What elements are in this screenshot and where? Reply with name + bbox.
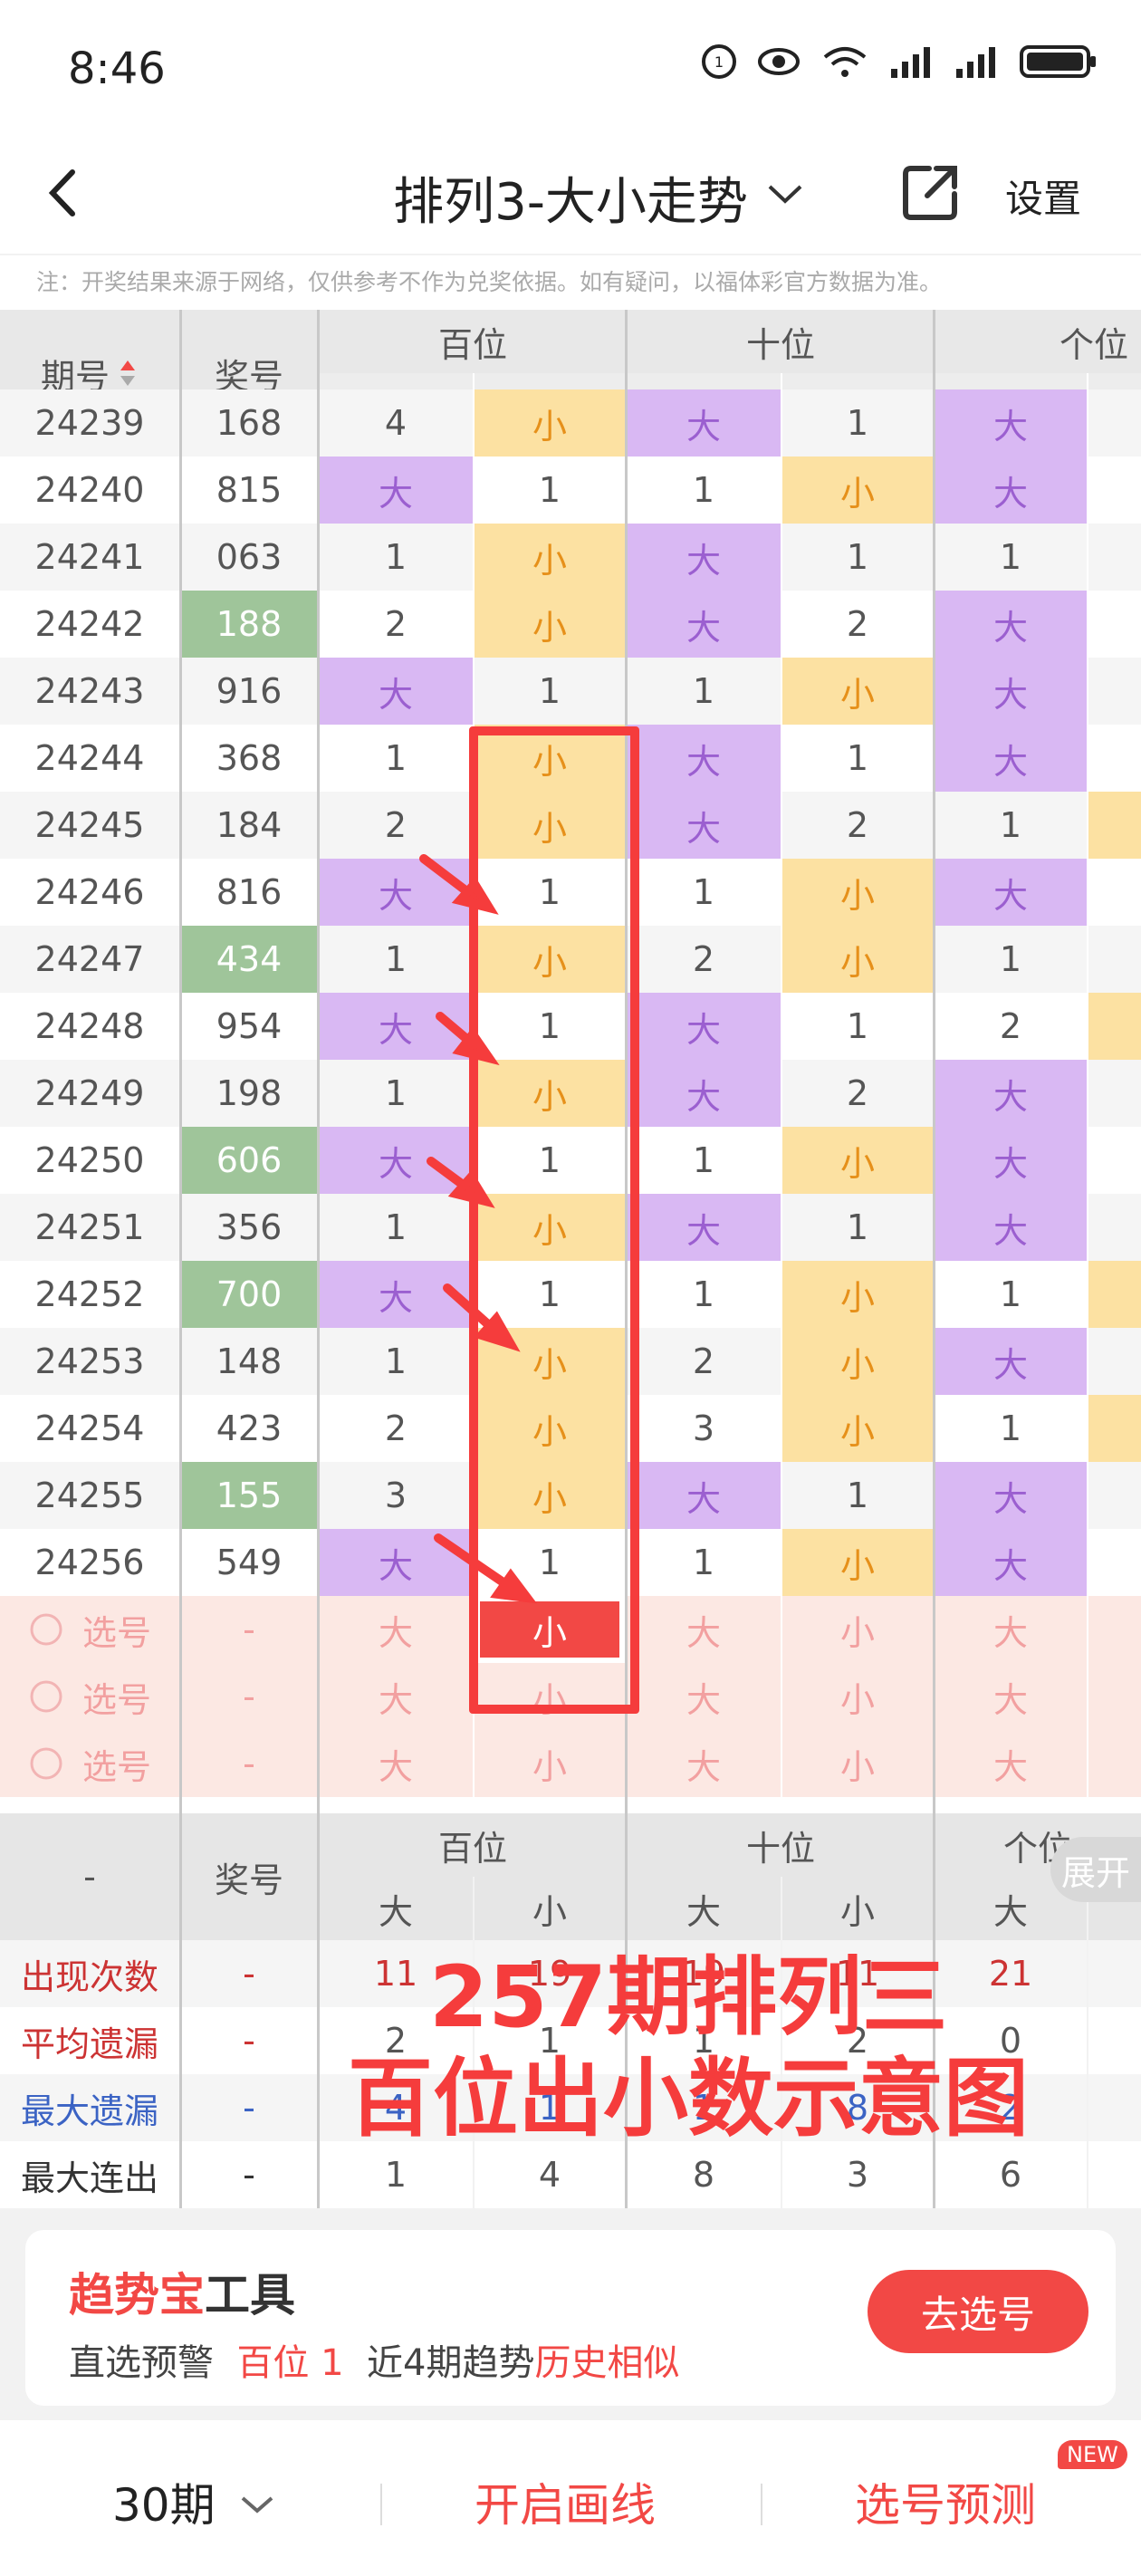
stats-value: 4 xyxy=(475,2141,625,2208)
stats-number-header: 奖号 xyxy=(181,1813,317,1940)
stats-label: 平均遗漏 xyxy=(0,2007,179,2074)
alert-prefix: 直选预警 xyxy=(69,2342,214,2384)
period-selector[interactable]: 30期 xyxy=(112,2469,216,2534)
stats-number: - xyxy=(181,2141,317,2208)
stats-label: 出现次数 xyxy=(0,1940,179,2007)
caption-line-2: 百位出小数示意图 xyxy=(347,2050,1029,2148)
stats-value: 8 xyxy=(627,2141,781,2208)
stats-value: 3 xyxy=(782,2141,933,2208)
divider xyxy=(761,2484,762,2525)
stats-sub-header: 小 xyxy=(475,1877,625,1940)
stats-label: 最大遗漏 xyxy=(0,2074,179,2141)
stats-value: 6 xyxy=(935,2141,1087,2208)
trend-tool-card[interactable]: 趋势宝工具 直选预警 百位 1 近4期趋势历史相似 去选号 xyxy=(25,2230,1116,2406)
stats-sub-header: 大 xyxy=(627,1877,781,1940)
expand-label: 展开 xyxy=(1061,1852,1131,1893)
stats-edge xyxy=(1088,1940,1141,2007)
alert-position: 百位 1 xyxy=(236,2342,344,2384)
predict-button[interactable]: 选号预测 xyxy=(855,2469,1036,2534)
draw-line-button[interactable]: 开启画线 xyxy=(475,2469,656,2534)
stats-value: 1 xyxy=(319,2141,473,2208)
stats-edge xyxy=(1088,2074,1141,2141)
stats-label: 最大连出 xyxy=(0,2141,179,2208)
tool-alert: 直选预警 百位 1 近4期趋势历史相似 xyxy=(69,2333,680,2386)
tool-brand-suffix: 工具 xyxy=(205,2269,295,2321)
stats-dash: - xyxy=(0,1813,179,1940)
new-badge: NEW xyxy=(1058,2440,1127,2469)
stats-edge xyxy=(1088,2141,1141,2208)
expand-button[interactable]: 展开 xyxy=(1050,1837,1141,1902)
arrow-5 xyxy=(434,1533,517,1593)
alert-trend: 近4期趋势 xyxy=(367,2342,535,2384)
chevron-down-icon[interactable] xyxy=(237,2491,277,2518)
divider xyxy=(380,2484,382,2525)
tool-title: 趋势宝工具 xyxy=(69,2259,295,2324)
stats-sub-header: 大 xyxy=(319,1877,473,1940)
annotation-caption: 257期排列三 百位出小数示意图 xyxy=(281,1947,1096,2150)
caption-line-1: 257期排列三 xyxy=(428,1948,948,2047)
alert-history: 历史相似 xyxy=(534,2342,680,2384)
stats-hundreds-header: 百位 xyxy=(319,1813,627,1877)
go-select-button[interactable]: 去选号 xyxy=(868,2270,1088,2353)
column-divider xyxy=(179,1813,182,2208)
stats-sub-header: 小 xyxy=(782,1877,933,1940)
bottom-bar: 30期 开启画线 选号预测 NEW xyxy=(0,2420,1141,2576)
tool-brand: 趋势宝 xyxy=(69,2269,205,2321)
stats-tens-header: 十位 xyxy=(627,1813,935,1877)
stats-edge xyxy=(1088,2007,1141,2074)
